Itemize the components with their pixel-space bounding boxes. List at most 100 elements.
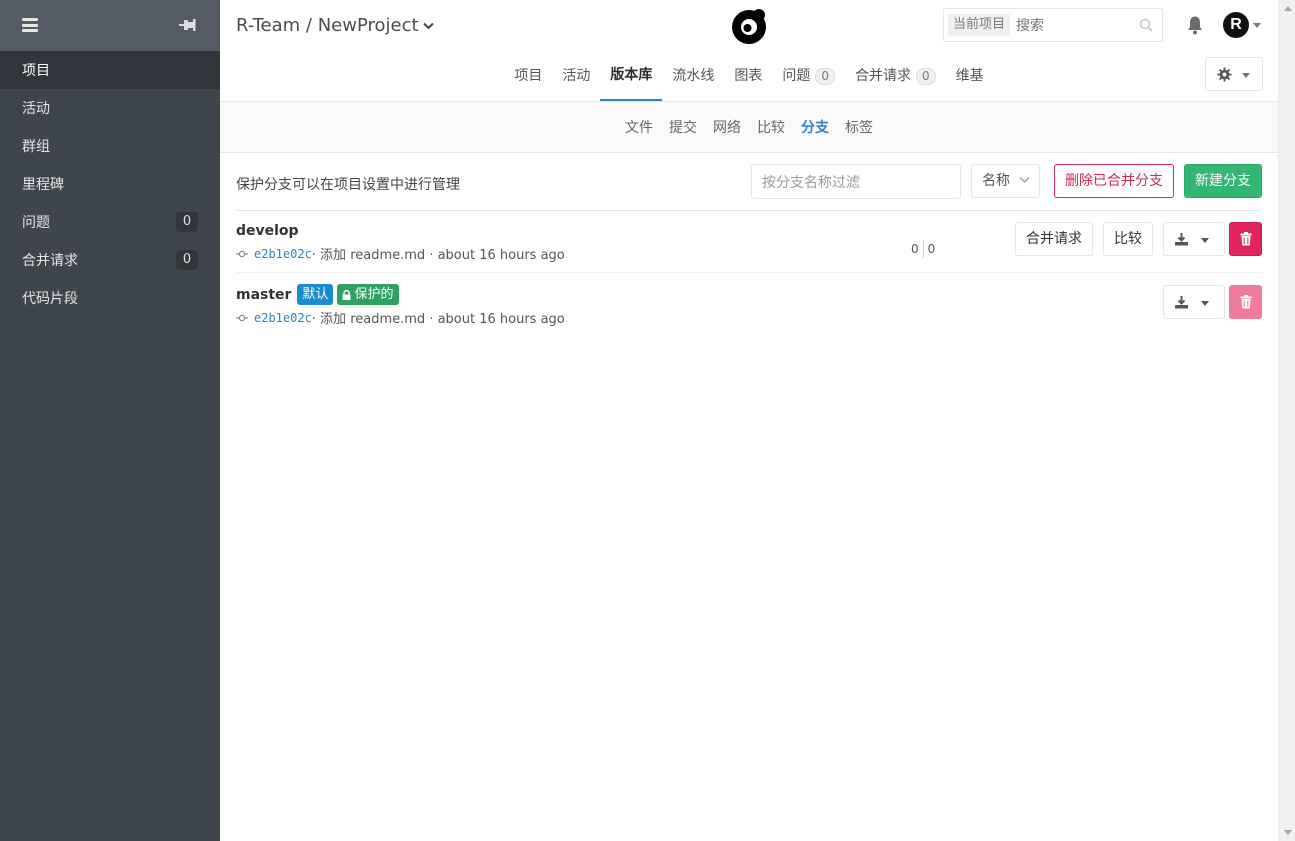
subtab-tags[interactable]: 标签 — [837, 117, 881, 137]
subtab-commits[interactable]: 提交 — [661, 117, 705, 137]
vertical-scrollbar[interactable] — [1278, 0, 1295, 841]
tab-label: 图表 — [734, 68, 763, 84]
sidebar: 项目 活动 群组 里程碑 问题 0 合并请求 0 代码片段 — [0, 0, 220, 841]
sidebar-item-merge-requests[interactable]: 合并请求 0 — [0, 241, 220, 279]
hamburger-menu-icon[interactable] — [22, 18, 38, 32]
branch-commit-info: e2b1e02c · 添加 readme.md · about 16 hours… — [236, 308, 565, 327]
tab-label: 问题 — [782, 68, 811, 84]
download-dropdown-button[interactable] — [1163, 285, 1225, 319]
search-input[interactable] — [1016, 13, 1136, 37]
scroll-up-arrow-icon[interactable] — [1284, 6, 1292, 11]
trash-icon — [1240, 232, 1252, 246]
notifications-bell-icon[interactable] — [1186, 15, 1204, 35]
delete-branch-button[interactable] — [1229, 222, 1262, 256]
project-settings-button[interactable] — [1205, 57, 1263, 91]
tab-label: 版本库 — [610, 67, 653, 83]
search-scope-label: 当前项目 — [948, 14, 1011, 36]
sidebar-item-projects[interactable]: 项目 — [0, 51, 220, 89]
delete-branch-button-disabled — [1229, 285, 1262, 319]
sidebar-item-milestones[interactable]: 里程碑 — [0, 165, 220, 203]
download-dropdown-button[interactable] — [1163, 222, 1225, 256]
chevron-down-icon — [1019, 176, 1030, 184]
subtab-compare[interactable]: 比较 — [749, 117, 793, 137]
lock-icon — [342, 289, 351, 300]
scroll-down-arrow-icon[interactable] — [1284, 830, 1292, 835]
tab-issues[interactable]: 问题 0 — [772, 51, 845, 101]
sidebar-item-activity[interactable]: 活动 — [0, 89, 220, 127]
commit-icon — [236, 314, 248, 321]
user-avatar[interactable]: R — [1223, 12, 1249, 38]
download-icon — [1175, 233, 1188, 246]
commits-ahead-count: 0 — [927, 242, 936, 256]
protected-branches-hint: 保护分支可以在项目设置中进行管理 — [236, 177, 460, 193]
app-logo-icon[interactable] — [730, 7, 768, 45]
sidebar-item-label: 群组 — [22, 139, 50, 155]
protected-branch-badge: 保护的 — [337, 284, 399, 305]
tab-pipelines[interactable]: 流水线 — [662, 51, 724, 101]
branch-name[interactable]: master 默认 保护的 — [236, 284, 399, 305]
tab-issues-count-badge: 0 — [815, 67, 835, 85]
tab-label: 流水线 — [672, 68, 715, 84]
chevron-down-icon — [1242, 73, 1250, 78]
commit-sha-link[interactable]: e2b1e02c — [254, 247, 312, 261]
sidebar-nav: 项目 活动 群组 里程碑 问题 0 合并请求 0 代码片段 — [0, 51, 220, 317]
sidebar-item-label: 问题 — [22, 215, 50, 231]
search-box[interactable]: 当前项目 — [943, 8, 1163, 42]
search-icon[interactable] — [1139, 18, 1153, 32]
tab-label: 活动 — [562, 68, 591, 84]
tab-label: 合并请求 — [855, 68, 911, 84]
breadcrumb-text: R-Team / NewProject — [236, 15, 419, 36]
chevron-down-icon — [1201, 301, 1209, 306]
branch-name-text: develop — [236, 223, 299, 239]
subtab-branches[interactable]: 分支 — [793, 117, 837, 137]
chevron-down-icon — [1201, 238, 1209, 243]
commit-message: · 添加 readme.md · about 16 hours ago — [311, 248, 565, 263]
tab-merge-requests[interactable]: 合并请求 0 — [845, 51, 946, 101]
commit-icon — [236, 250, 248, 257]
sidebar-item-label: 代码片段 — [22, 291, 78, 307]
tab-graphs[interactable]: 图表 — [724, 51, 772, 101]
commits-behind-count: 0 — [911, 242, 919, 256]
branch-filter-input[interactable] — [751, 164, 961, 199]
repository-subnav: 文件 提交 网络 比较 分支 标签 — [220, 102, 1278, 153]
sidebar-item-issues[interactable]: 问题 0 — [0, 203, 220, 241]
branch-row-develop: develop e2b1e02c · 添加 readme.md · about … — [236, 211, 1262, 273]
merge-request-button[interactable]: 合并请求 — [1015, 222, 1093, 256]
commit-message: · 添加 readme.md · about 16 hours ago — [311, 312, 565, 327]
commit-sha-link[interactable]: e2b1e02c — [254, 311, 312, 325]
new-branch-button[interactable]: 新建分支 — [1184, 164, 1262, 198]
sidebar-item-groups[interactable]: 群组 — [0, 127, 220, 165]
chevron-down-icon — [422, 22, 434, 30]
trash-icon — [1240, 295, 1252, 309]
merge-requests-count-badge: 0 — [176, 250, 198, 270]
gear-icon — [1217, 67, 1232, 82]
tab-project[interactable]: 项目 — [504, 51, 552, 101]
sort-dropdown-label: 名称 — [982, 173, 1010, 189]
branch-commit-info: e2b1e02c · 添加 readme.md · about 16 hours… — [236, 244, 565, 263]
default-branch-badge: 默认 — [297, 284, 334, 305]
subtab-files[interactable]: 文件 — [617, 117, 661, 137]
delete-merged-branches-button[interactable]: 删除已合并分支 — [1054, 164, 1174, 198]
branch-name[interactable]: develop — [236, 223, 299, 239]
pin-icon[interactable] — [178, 17, 196, 33]
divergence-graph: 0 0 — [911, 240, 935, 258]
tab-activity[interactable]: 活动 — [552, 51, 600, 101]
compare-button[interactable]: 比较 — [1103, 222, 1153, 256]
issues-count-badge: 0 — [176, 212, 198, 232]
tab-repository[interactable]: 版本库 — [600, 51, 663, 101]
sidebar-item-label: 合并请求 — [22, 253, 78, 269]
download-icon — [1175, 296, 1188, 309]
branches-toolbar: 保护分支可以在项目设置中进行管理 名称 删除已合并分支 新建分支 — [236, 153, 1262, 211]
user-menu-caret-icon[interactable] — [1253, 23, 1261, 28]
tab-merge-requests-count-badge: 0 — [916, 67, 936, 85]
sidebar-header — [0, 0, 220, 51]
tab-label: 项目 — [514, 68, 543, 84]
sidebar-item-label: 里程碑 — [22, 177, 64, 193]
sidebar-item-snippets[interactable]: 代码片段 — [0, 279, 220, 317]
tab-wiki[interactable]: 维基 — [946, 51, 994, 101]
sort-dropdown[interactable]: 名称 — [971, 164, 1040, 198]
project-breadcrumb[interactable]: R-Team / NewProject — [236, 15, 434, 36]
branches-content: 保护分支可以在项目设置中进行管理 名称 删除已合并分支 新建分支 develop… — [236, 153, 1262, 335]
branch-row-master: master 默认 保护的 e2b1e02c · 添加 readme.md · … — [236, 273, 1262, 335]
subtab-network[interactable]: 网络 — [705, 117, 749, 137]
